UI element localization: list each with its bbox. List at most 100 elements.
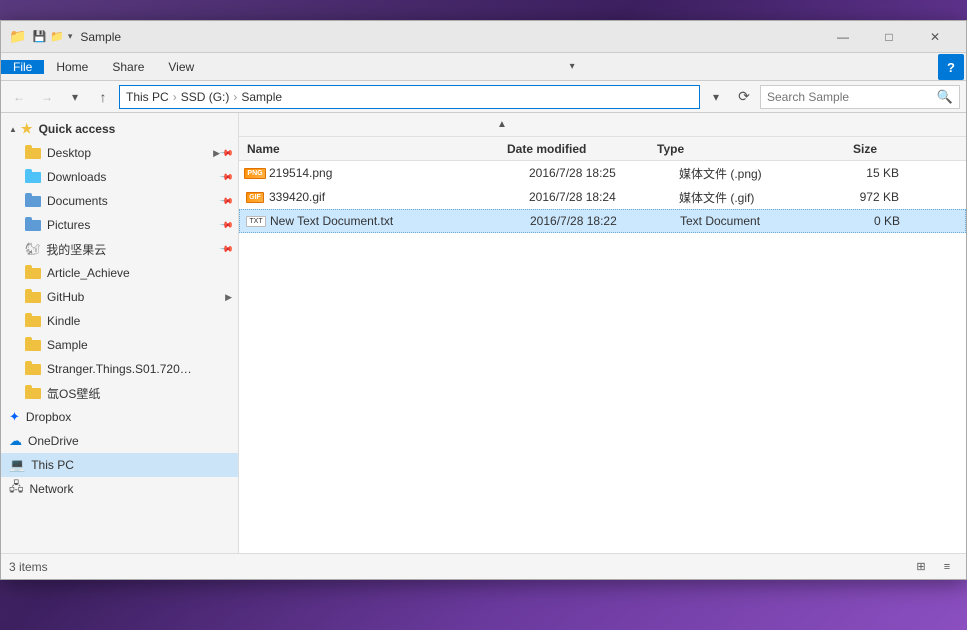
refresh-button[interactable]: ⟳ — [732, 85, 756, 109]
address-path[interactable]: This PC › SSD (G:) › Sample — [119, 85, 700, 109]
breadcrumb-this-pc[interactable]: This PC — [126, 90, 169, 104]
file-size-newtxt: 0 KB — [820, 214, 900, 228]
sidebar-item-article-label: Article_Achieve — [47, 266, 130, 280]
sidebar-item-github[interactable]: GitHub ▶ — [1, 285, 238, 309]
sidebar-item-pictures-label: Pictures — [47, 218, 90, 232]
sidebar-item-downloads-label: Downloads — [47, 170, 106, 184]
sidebar-item-dropbox-label: Dropbox — [26, 410, 71, 424]
txt-file-icon: TXT — [248, 213, 264, 229]
recent-button[interactable]: ▾ — [63, 85, 87, 109]
pictures-folder-icon — [25, 217, 41, 234]
sidebar-item-wallpaper[interactable]: 氙OS壁纸 — [1, 381, 238, 405]
sidebar-item-network-label: Network — [30, 482, 74, 496]
stranger-folder-icon — [25, 361, 41, 378]
minimize-button[interactable]: — — [820, 21, 866, 53]
column-headers: Name Date modified Type Size — [239, 137, 966, 161]
titlebar-controls: — □ ✕ — [820, 21, 958, 53]
col-header-type[interactable]: Type — [657, 142, 797, 156]
breadcrumb-sep-2: › — [233, 90, 237, 104]
file-date-339420: 2016/7/28 18:24 — [529, 190, 679, 204]
close-button[interactable]: ✕ — [912, 21, 958, 53]
back-button[interactable]: ← — [7, 85, 31, 109]
github-arrow-icon: ▶ — [225, 292, 232, 303]
up-button[interactable]: ↑ — [91, 85, 115, 109]
png-icon: PNG — [244, 168, 265, 179]
onedrive-icon: ☁ — [9, 433, 22, 449]
sidebar-item-jianguoyun[interactable]: 🐿 我的坚果云 📌 — [1, 237, 238, 261]
tab-share[interactable]: Share — [100, 60, 156, 74]
arrow-right-icon: ▶ — [213, 148, 220, 159]
title-save-icon: 💾 — [32, 30, 46, 43]
breadcrumb-sample[interactable]: Sample — [241, 90, 282, 104]
sidebar-item-wallpaper-label: 氙OS壁纸 — [47, 385, 100, 402]
col-header-name[interactable]: Name — [247, 142, 507, 156]
pin-icon: 📌 — [219, 145, 235, 161]
sidebar-item-documents[interactable]: Documents 📌 — [1, 189, 238, 213]
search-input[interactable] — [767, 90, 933, 104]
path-dropdown-icon[interactable]: ▾ — [704, 85, 728, 109]
file-type-219514: 媒体文件 (.png) — [679, 165, 819, 182]
sidebar-item-thispc[interactable]: 💻 This PC — [1, 453, 238, 477]
sidebar-item-kindle[interactable]: Kindle — [1, 309, 238, 333]
sidebar-item-pictures[interactable]: Pictures 📌 — [1, 213, 238, 237]
sidebar-item-desktop-label: Desktop — [47, 146, 91, 160]
details-view-button[interactable]: ⊞ — [910, 557, 932, 577]
sidebar-item-jianguoyun-label: 我的坚果云 — [46, 241, 106, 258]
help-button[interactable]: ? — [938, 54, 964, 80]
file-type-339420: 媒体文件 (.gif) — [679, 189, 819, 206]
maximize-button[interactable]: □ — [866, 21, 912, 53]
file-size-219514: 15 KB — [819, 166, 899, 180]
downloads-pin-icon: 📌 — [219, 169, 235, 185]
article-folder-icon — [25, 265, 41, 282]
list-view-button[interactable]: ≡ — [936, 557, 958, 577]
main-area: ▲ ★ Quick access Desktop 📌 ▶ Downloads 📌 — [1, 113, 966, 553]
jianguoyun-icon: 🐿 — [25, 242, 40, 256]
sidebar-item-sample[interactable]: Sample — [1, 333, 238, 357]
status-count: 3 items — [9, 560, 910, 574]
file-name-219514: 219514.png — [269, 166, 529, 180]
file-explorer-window: 📁 💾 📁 ▾ Sample — □ ✕ File Home Share Vie… — [0, 20, 967, 580]
sidebar-item-onedrive[interactable]: ☁ OneDrive — [1, 429, 238, 453]
file-name-newtxt: New Text Document.txt — [270, 214, 530, 228]
col-header-date[interactable]: Date modified — [507, 142, 657, 156]
ribbon-tabs-row: File Home Share View ▾ ? — [1, 53, 966, 81]
forward-button[interactable]: → — [35, 85, 59, 109]
sidebar-section-quick-access[interactable]: ▲ ★ Quick access — [1, 117, 238, 141]
titlebar-icons: 📁 💾 📁 ▾ — [9, 28, 72, 45]
breadcrumb-ssd[interactable]: SSD (G:) — [181, 90, 230, 104]
sort-indicator-row: ▲ — [239, 113, 966, 137]
sidebar-item-documents-label: Documents — [47, 194, 108, 208]
file-date-newtxt: 2016/7/28 18:22 — [530, 214, 680, 228]
gif-file-icon: GIF — [247, 189, 263, 205]
table-row[interactable]: GIF 339420.gif 2016/7/28 18:24 媒体文件 (.gi… — [239, 185, 966, 209]
sidebar-item-stranger[interactable]: Stranger.Things.S01.720p.N — [1, 357, 238, 381]
quick-access-label: Quick access — [39, 122, 116, 136]
tab-file[interactable]: File — [1, 60, 44, 74]
ribbon-collapse-icon[interactable]: ▾ — [560, 54, 584, 80]
network-icon: 🖧 — [9, 478, 24, 500]
table-row[interactable]: TXT New Text Document.txt 2016/7/28 18:2… — [239, 209, 966, 233]
title-folder-icon: 📁 — [9, 28, 26, 45]
sidebar-item-github-label: GitHub — [47, 290, 84, 304]
downloads-folder-icon — [25, 169, 41, 186]
sidebar-item-dropbox[interactable]: ✦ Dropbox — [1, 405, 238, 429]
sidebar-item-network[interactable]: 🖧 Network — [1, 477, 238, 501]
thispc-icon: 💻 — [9, 457, 25, 473]
sample-folder-icon — [25, 337, 41, 354]
documents-pin-icon: 📌 — [219, 193, 235, 209]
documents-folder-icon — [25, 193, 41, 210]
sidebar-item-article[interactable]: Article_Achieve — [1, 261, 238, 285]
tab-view[interactable]: View — [156, 60, 206, 74]
tab-home[interactable]: Home — [44, 60, 100, 74]
desktop-folder-icon — [25, 145, 41, 162]
pictures-pin-icon: 📌 — [219, 217, 235, 233]
statusbar-view-controls: ⊞ ≡ — [910, 557, 958, 577]
search-box[interactable]: 🔍 — [760, 85, 960, 109]
col-header-size[interactable]: Size — [797, 142, 877, 156]
search-icon: 🔍 — [937, 89, 953, 105]
table-row[interactable]: PNG 219514.png 2016/7/28 18:25 媒体文件 (.pn… — [239, 161, 966, 185]
file-name-339420: 339420.gif — [269, 190, 529, 204]
sidebar-item-desktop[interactable]: Desktop 📌 ▶ — [1, 141, 238, 165]
sidebar-item-downloads[interactable]: Downloads 📌 — [1, 165, 238, 189]
sidebar-item-thispc-label: This PC — [31, 458, 74, 472]
